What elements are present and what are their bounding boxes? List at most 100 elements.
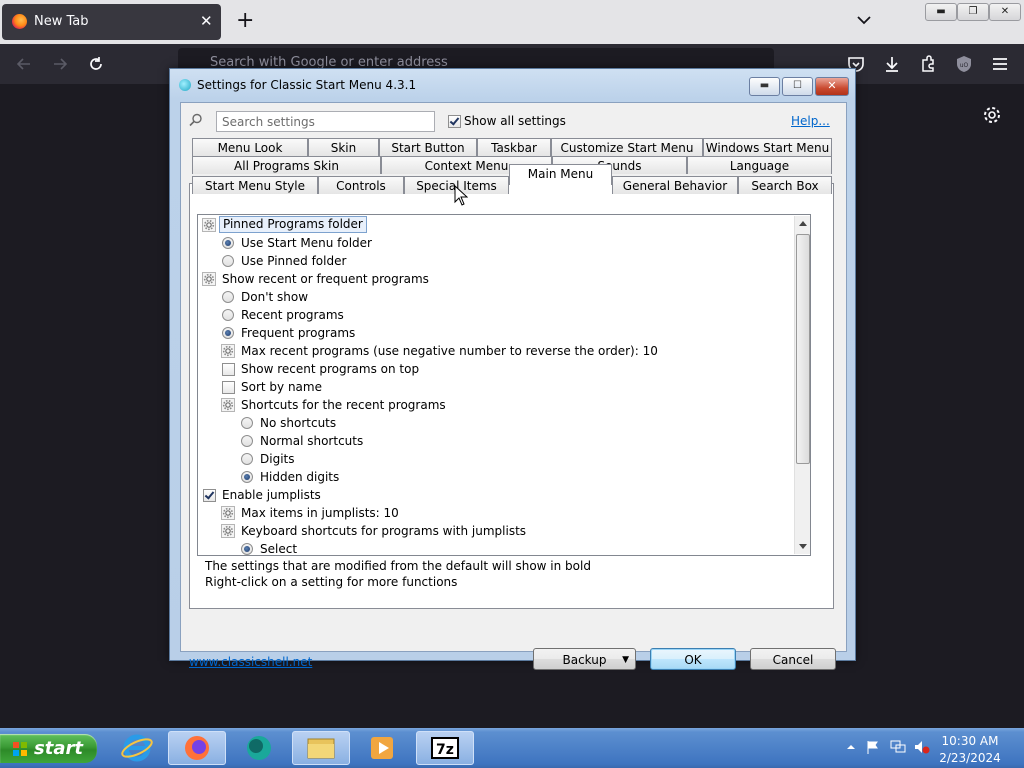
file-explorer-taskbar-icon[interactable]: [292, 731, 350, 765]
svg-text:uO: uO: [960, 62, 969, 69]
cancel-button[interactable]: Cancel: [750, 648, 836, 670]
page-settings-gear-icon[interactable]: [982, 105, 1002, 125]
scroll-down-arrow-icon[interactable]: [799, 544, 807, 549]
setting-checkbox[interactable]: [222, 381, 235, 394]
dialog-client-area: Show all settings Help... Menu Look Skin…: [180, 102, 847, 670]
tab-windows-start-menu[interactable]: Windows Start Menu: [703, 138, 832, 156]
tab-language[interactable]: Language: [687, 156, 832, 174]
settings-tree[interactable]: Pinned Programs folder Use Start Menu fol…: [197, 214, 811, 556]
network-icon[interactable]: [890, 740, 906, 754]
extensions-icon[interactable]: [918, 54, 938, 74]
dialog-title: Settings for Classic Start Menu 4.3.1: [197, 78, 417, 92]
reload-icon[interactable]: [86, 54, 106, 74]
setting-label: Use Start Menu folder: [241, 236, 372, 250]
tab-main-menu[interactable]: Main Menu: [509, 164, 612, 185]
show-hidden-icons-icon[interactable]: [846, 742, 856, 752]
settings-dialog: Settings for Classic Start Menu 4.3.1 ▬ …: [169, 68, 856, 670]
ublock-shield-icon[interactable]: uO: [954, 54, 974, 74]
setting-radio[interactable]: [241, 417, 253, 429]
setting-label: Max recent programs (use negative number…: [241, 344, 658, 358]
setting-radio[interactable]: [241, 453, 253, 465]
tab-controls[interactable]: Controls: [318, 176, 404, 194]
setting-checkbox[interactable]: [203, 489, 216, 502]
downloads-icon[interactable]: [882, 54, 902, 74]
setting-label: Use Pinned folder: [241, 254, 347, 268]
tab-customize-start-menu[interactable]: Customize Start Menu: [551, 138, 703, 156]
note-bold-modified: The settings that are modified from the …: [205, 559, 591, 573]
setting-label: Keyboard shortcuts for programs with jum…: [241, 524, 527, 538]
tab-search-box[interactable]: Search Box: [738, 176, 832, 194]
setting-gear-icon: [202, 218, 216, 232]
setting-radio[interactable]: [241, 471, 253, 483]
setting-checkbox[interactable]: [222, 363, 235, 376]
search-icon: [189, 113, 202, 127]
dropdown-arrow-icon: ▼: [622, 655, 629, 665]
tab-taskbar[interactable]: Taskbar: [477, 138, 551, 156]
tab-start-menu-style[interactable]: Start Menu Style: [192, 176, 318, 194]
backup-button[interactable]: Backup ▼: [533, 648, 636, 670]
setting-label: Shortcuts for the recent programs: [241, 398, 446, 412]
firefox-taskbar-icon[interactable]: [168, 731, 226, 765]
setting-label: Digits: [260, 452, 295, 466]
setting-gear-icon: [221, 524, 235, 538]
setting-label: Pinned Programs folder: [219, 216, 367, 233]
restore-window-button[interactable]: ❐: [957, 3, 989, 21]
setting-radio[interactable]: [222, 237, 234, 249]
setting-gear-icon: [221, 398, 235, 412]
setting-label: Show recent or frequent programs: [222, 272, 429, 286]
scrollbar-thumb[interactable]: [796, 234, 810, 464]
help-link[interactable]: Help...: [791, 114, 830, 128]
tab-menu-look[interactable]: Menu Look: [192, 138, 308, 156]
tab-all-programs-skin[interactable]: All Programs Skin: [192, 156, 381, 174]
minimize-window-button[interactable]: ▬: [925, 3, 957, 21]
note-right-click: Right-click on a setting for more functi…: [205, 575, 458, 589]
setting-label: Normal shortcuts: [260, 434, 364, 448]
firefox-favicon-icon: [12, 14, 27, 29]
vertical-scrollbar[interactable]: [794, 216, 810, 554]
dialog-close-button[interactable]: ✕: [815, 77, 849, 96]
setting-radio[interactable]: [222, 309, 234, 321]
setting-gear-icon: [202, 272, 216, 286]
setting-radio[interactable]: [241, 435, 253, 447]
internet-explorer-taskbar-icon[interactable]: [108, 731, 166, 765]
forward-arrow-icon[interactable]: [50, 54, 70, 74]
setting-radio[interactable]: [222, 255, 234, 267]
app-taskbar-icon[interactable]: [230, 731, 288, 765]
mouse-cursor-icon: [454, 185, 468, 206]
media-player-taskbar-icon[interactable]: [354, 731, 412, 765]
setting-radio[interactable]: [222, 327, 234, 339]
list-all-tabs-icon[interactable]: [856, 12, 872, 28]
close-window-button[interactable]: ✕: [989, 3, 1021, 21]
clock-date[interactable]: 2/23/2024: [935, 751, 1005, 765]
show-all-settings-checkbox[interactable]: [448, 115, 461, 128]
ok-button[interactable]: OK: [650, 648, 736, 670]
setting-label: No shortcuts: [260, 416, 337, 430]
backup-button-label: Backup: [562, 653, 607, 667]
volume-muted-icon[interactable]: [914, 740, 930, 754]
close-tab-icon[interactable]: ✕: [200, 12, 213, 30]
setting-label: Don't show: [241, 290, 309, 304]
browser-tab-new-tab[interactable]: New Tab ✕: [2, 4, 221, 40]
show-all-settings-label: Show all settings: [464, 114, 566, 128]
setting-gear-icon: [221, 344, 235, 358]
setting-label: Enable jumplists: [222, 488, 321, 502]
tab-general-behavior[interactable]: General Behavior: [612, 176, 738, 194]
setting-radio[interactable]: [222, 291, 234, 303]
hamburger-menu-icon[interactable]: [990, 54, 1010, 74]
clock-time[interactable]: 10:30 AM: [935, 734, 1005, 748]
windows-flag-icon: [13, 742, 27, 756]
start-button[interactable]: start: [0, 734, 97, 763]
tab-skin[interactable]: Skin: [308, 138, 379, 156]
setting-radio[interactable]: [241, 543, 253, 555]
back-arrow-icon[interactable]: [14, 54, 34, 74]
dialog-maximize-button[interactable]: ☐: [782, 77, 813, 96]
classicshell-website-link[interactable]: www.classicshell.net: [189, 655, 312, 669]
new-tab-icon[interactable]: +: [236, 9, 254, 33]
search-settings-input[interactable]: [216, 111, 435, 132]
dialog-minimize-button[interactable]: ▬: [749, 77, 780, 96]
tab-start-button[interactable]: Start Button: [379, 138, 477, 156]
svg-text:7z: 7z: [436, 742, 454, 758]
action-center-flag-icon[interactable]: [866, 740, 880, 754]
scroll-up-arrow-icon[interactable]: [799, 221, 807, 226]
7zip-taskbar-icon[interactable]: 7z: [416, 731, 474, 765]
